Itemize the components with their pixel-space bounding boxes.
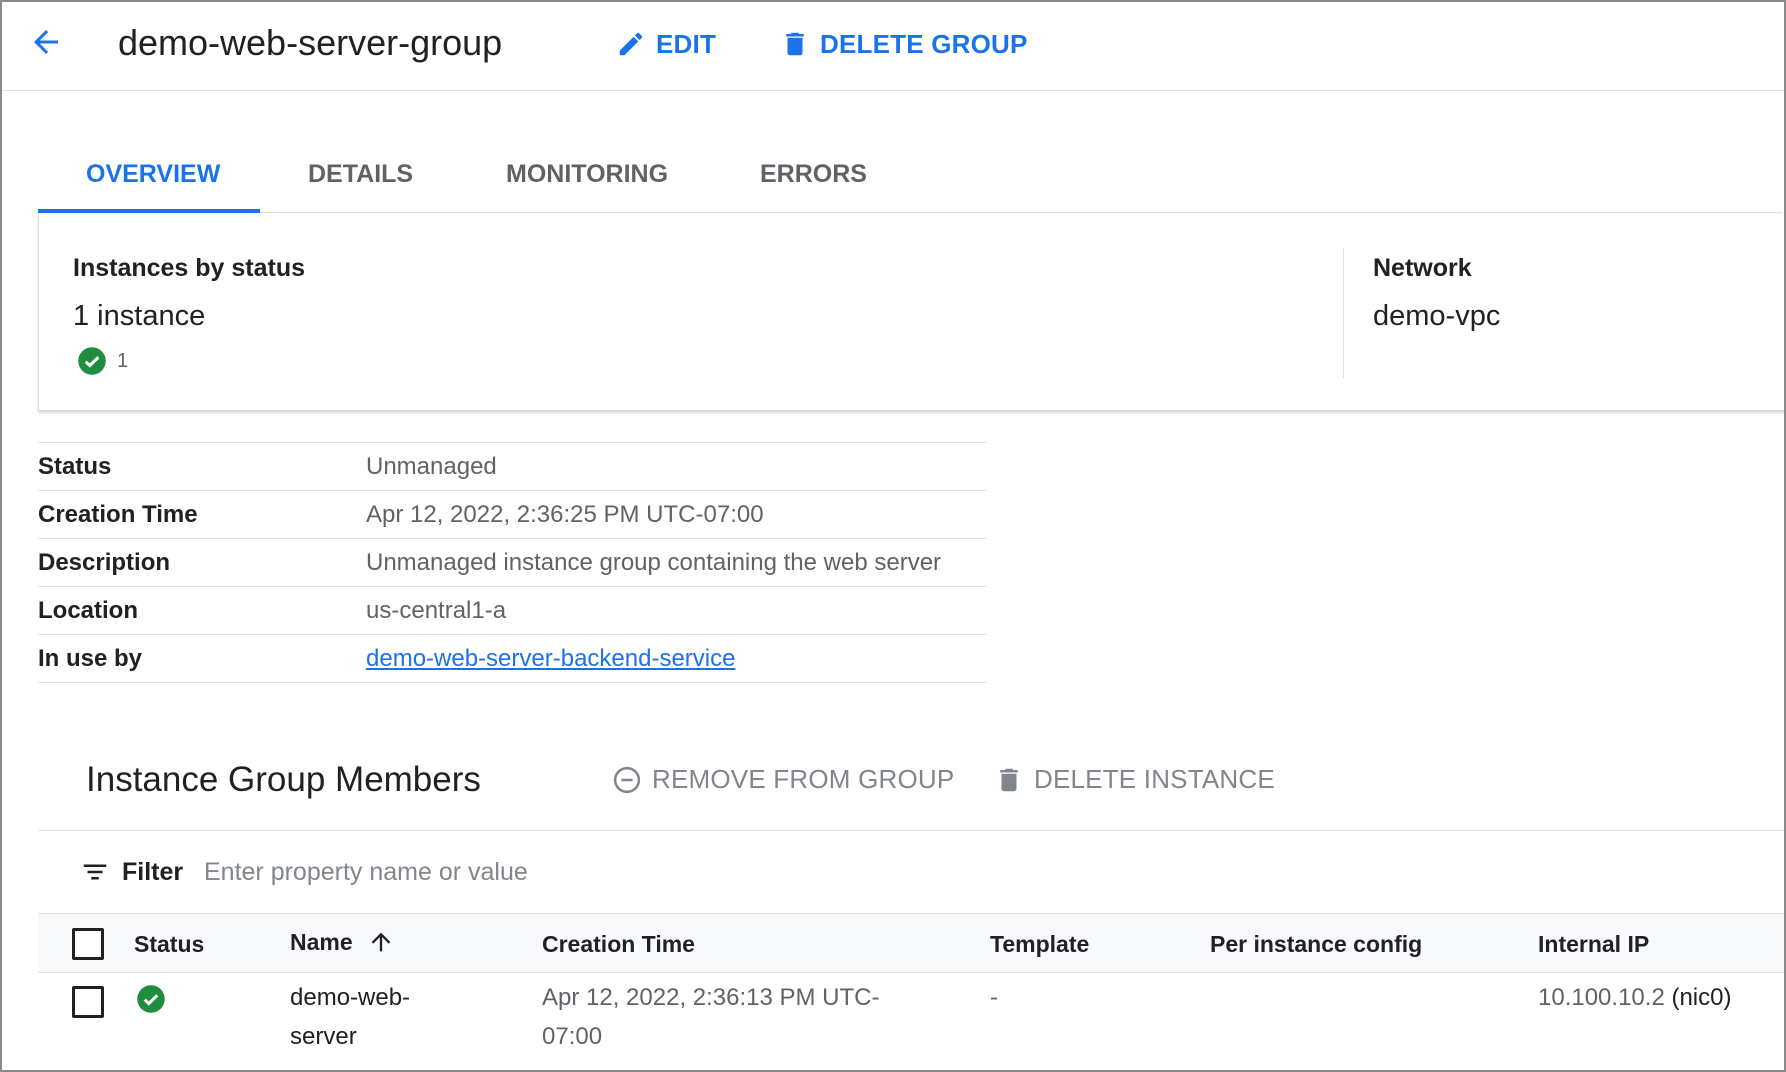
instance-internal-ip-cell: 10.100.10.2 (nic0) bbox=[1538, 978, 1731, 1017]
remove-from-group-label: REMOVE FROM GROUP bbox=[652, 764, 955, 794]
tab-overview[interactable]: OVERVIEW bbox=[86, 160, 220, 189]
members-section-title: Instance Group Members bbox=[86, 760, 481, 799]
creation-time-line1: Apr 12, 2022, 2:36:13 PM UTC- bbox=[542, 984, 880, 1011]
tab-bar: OVERVIEW DETAILS MONITORING ERRORS bbox=[36, 136, 1782, 213]
column-header-creation-time[interactable]: Creation Time bbox=[542, 931, 695, 958]
property-key: Location bbox=[38, 596, 138, 624]
remove-circle-icon bbox=[613, 766, 641, 793]
page-title: demo-web-server-group bbox=[118, 22, 503, 63]
instance-count: 1 instance bbox=[73, 300, 206, 332]
property-value: Apr 12, 2022, 2:36:25 PM UTC-07:00 bbox=[366, 500, 764, 528]
instance-template-cell: - bbox=[990, 984, 998, 1011]
column-header-status[interactable]: Status bbox=[134, 931, 204, 958]
page-header: demo-web-server-group EDIT DELETE GROUP bbox=[2, 2, 1784, 91]
tab-monitoring[interactable]: MONITORING bbox=[506, 160, 668, 189]
check-circle-icon bbox=[78, 347, 106, 375]
pencil-icon bbox=[619, 32, 643, 56]
app-frame: demo-web-server-group EDIT DELETE GROUP … bbox=[0, 0, 1786, 1072]
filter-toggle[interactable]: Filter bbox=[80, 857, 183, 887]
network-value: demo-vpc bbox=[1373, 300, 1501, 332]
back-arrow-icon[interactable] bbox=[28, 24, 64, 60]
remove-from-group-button[interactable]: REMOVE FROM GROUP bbox=[612, 764, 954, 795]
property-value: Unmanaged bbox=[366, 452, 497, 480]
property-value: us-central1-a bbox=[366, 596, 507, 624]
creation-time-line2: 07:00 bbox=[542, 1023, 603, 1050]
property-row: Creation Time Apr 12, 2022, 2:36:25 PM U… bbox=[38, 491, 986, 539]
filter-icon bbox=[83, 864, 107, 880]
running-status: 1 bbox=[77, 346, 128, 376]
property-key: Creation Time bbox=[38, 500, 198, 528]
instance-creation-time-cell: Apr 12, 2022, 2:36:13 PM UTC- 07:00 bbox=[542, 978, 880, 1056]
internal-ip-value: 10.100.10.2 bbox=[1538, 984, 1665, 1011]
instance-name-line2: server bbox=[290, 1023, 357, 1050]
delete-instance-button[interactable]: DELETE INSTANCE bbox=[994, 764, 1275, 795]
delete-instance-label: DELETE INSTANCE bbox=[1034, 764, 1275, 794]
property-row: In use by demo-web-server-backend-servic… bbox=[38, 635, 986, 683]
members-table-header: Status Name Creation Time Template Per i… bbox=[38, 914, 1784, 973]
column-header-internal-ip[interactable]: Internal IP bbox=[1538, 931, 1649, 958]
property-row: Location us-central1-a bbox=[38, 587, 986, 635]
select-all-checkbox[interactable] bbox=[72, 928, 104, 960]
table-row: demo-web- server Apr 12, 2022, 2:36:13 P… bbox=[38, 972, 1784, 1070]
delete-group-label: DELETE GROUP bbox=[820, 28, 1028, 59]
filter-bar: Filter bbox=[38, 830, 1784, 914]
column-header-name[interactable]: Name bbox=[290, 928, 395, 956]
edit-button[interactable]: EDIT bbox=[616, 24, 716, 64]
network-label: Network bbox=[1373, 254, 1472, 282]
properties-table: Status Unmanaged Creation Time Apr 12, 2… bbox=[38, 442, 986, 683]
trash-icon bbox=[1000, 768, 1018, 791]
active-tab-indicator bbox=[38, 209, 260, 213]
instance-name-cell[interactable]: demo-web- server bbox=[290, 978, 410, 1056]
column-header-template[interactable]: Template bbox=[990, 931, 1089, 958]
card-divider bbox=[1343, 248, 1344, 378]
tab-errors[interactable]: ERRORS bbox=[760, 160, 867, 189]
property-row: Description Unmanaged instance group con… bbox=[38, 539, 986, 587]
overview-card: Instances by status 1 instance 1 Network… bbox=[38, 214, 1784, 411]
filter-input[interactable] bbox=[202, 849, 1006, 895]
property-value: Unmanaged instance group containing the … bbox=[366, 548, 942, 576]
tab-details[interactable]: DETAILS bbox=[308, 160, 413, 189]
trash-icon bbox=[786, 32, 804, 56]
property-key: Status bbox=[38, 452, 112, 480]
instances-by-status-label: Instances by status bbox=[73, 254, 306, 282]
edit-label: EDIT bbox=[656, 28, 717, 59]
property-key: In use by bbox=[38, 644, 143, 672]
column-header-per-instance-config[interactable]: Per instance config bbox=[1210, 931, 1422, 958]
running-count: 1 bbox=[117, 349, 129, 372]
delete-group-button[interactable]: DELETE GROUP bbox=[780, 24, 1028, 64]
sort-ascending-arrow-icon bbox=[371, 932, 390, 952]
instance-status-icon bbox=[136, 984, 166, 1019]
property-key: Description bbox=[38, 548, 171, 576]
check-circle-icon bbox=[137, 985, 165, 1013]
backend-service-link[interactable]: demo-web-server-backend-service bbox=[366, 645, 735, 672]
row-checkbox[interactable] bbox=[72, 986, 104, 1018]
property-row: Status Unmanaged bbox=[38, 443, 986, 491]
property-value-cell: demo-web-server-backend-service bbox=[366, 645, 735, 673]
instance-name-line1: demo-web- bbox=[290, 984, 411, 1011]
column-header-name-label: Name bbox=[290, 928, 353, 955]
nic-label: (nic0) bbox=[1671, 984, 1732, 1011]
filter-label: Filter bbox=[122, 857, 184, 886]
